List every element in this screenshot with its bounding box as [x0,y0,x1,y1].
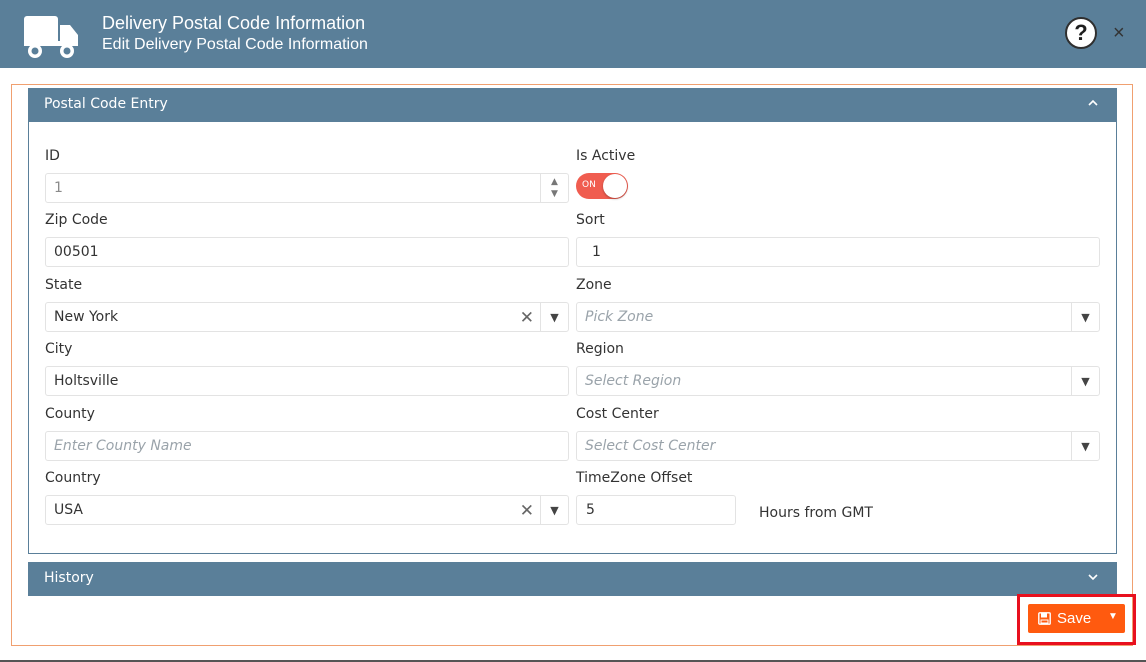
state-label: State [45,277,83,293]
panel-title: History [44,570,94,586]
close-icon[interactable]: × [1113,23,1125,43]
country-value: USA [54,502,83,518]
clear-icon[interactable]: ✕ [520,501,534,521]
truck-icon [24,16,78,58]
city-field[interactable]: Holtsville [45,366,569,396]
hours-from-gmt-label: Hours from GMT [759,505,873,521]
cost-center-placeholder: Select Cost Center [585,438,716,454]
panel-title: Postal Code Entry [44,96,168,112]
dialog-subtitle: Edit Delivery Postal Code Information [102,36,368,53]
region-placeholder: Select Region [585,373,682,389]
dialog-header: Delivery Postal Code Information Edit De… [0,0,1146,68]
chevron-down-icon[interactable]: ▼ [540,303,568,331]
state-select[interactable]: New York ✕ ▼ [45,302,569,332]
toggle-knob [603,174,627,198]
state-value: New York [54,309,119,325]
id-label: ID [45,148,60,164]
county-label: County [45,406,95,422]
sort-value: 1 [592,244,601,260]
save-button[interactable]: Save ▼ [1028,604,1125,633]
floppy-disk-icon [1038,612,1051,625]
chevron-up-icon[interactable] [1087,97,1099,109]
zip-code-value: 00501 [54,244,99,260]
zip-code-label: Zip Code [45,212,108,228]
chevron-down-icon[interactable] [1087,571,1099,583]
panel-history-header[interactable]: History [28,562,1117,596]
city-label: City [45,341,73,357]
panel-postal-code-entry-header[interactable]: Postal Code Entry [28,88,1117,122]
county-field[interactable]: Enter County Name [45,431,569,461]
number-spinner[interactable]: ▲ ▼ [540,174,568,202]
is-active-toggle[interactable]: ON [576,173,628,199]
timezone-offset-label: TimeZone Offset [576,470,693,486]
chevron-down-icon[interactable]: ▼ [1071,303,1099,331]
sort-label: Sort [576,212,605,228]
county-placeholder: Enter County Name [54,438,192,454]
sort-field[interactable]: 1 [576,237,1100,267]
chevron-down-icon[interactable]: ▼ [1071,432,1099,460]
cost-center-select[interactable]: Select Cost Center ▼ [576,431,1100,461]
question-circle-icon[interactable]: ? [1065,17,1097,49]
zip-code-field[interactable]: 00501 [45,237,569,267]
timezone-offset-value: 5 [586,502,595,518]
dialog-title: Delivery Postal Code Information [102,13,366,33]
region-label: Region [576,341,624,357]
country-label: Country [45,470,101,486]
id-field[interactable]: 1 ▲ ▼ [45,173,569,203]
city-value: Holtsville [54,373,119,389]
region-select[interactable]: Select Region ▼ [576,366,1100,396]
id-value: 1 [54,180,63,196]
zone-placeholder: Pick Zone [585,309,654,325]
clear-icon[interactable]: ✕ [520,308,534,328]
cost-center-label: Cost Center [576,406,659,422]
zone-label: Zone [576,277,612,293]
chevron-down-icon[interactable]: ▼ [540,496,568,524]
timezone-offset-field[interactable]: 5 [576,495,736,525]
zone-select[interactable]: Pick Zone ▼ [576,302,1100,332]
is-active-label: Is Active [576,148,636,164]
chevron-down-icon[interactable]: ▼ [1071,367,1099,395]
caret-down-icon[interactable]: ▼ [1108,611,1118,622]
country-select[interactable]: USA ✕ ▼ [45,495,569,525]
save-button-label: Save [1057,610,1092,627]
toggle-state-label: ON [582,180,596,190]
